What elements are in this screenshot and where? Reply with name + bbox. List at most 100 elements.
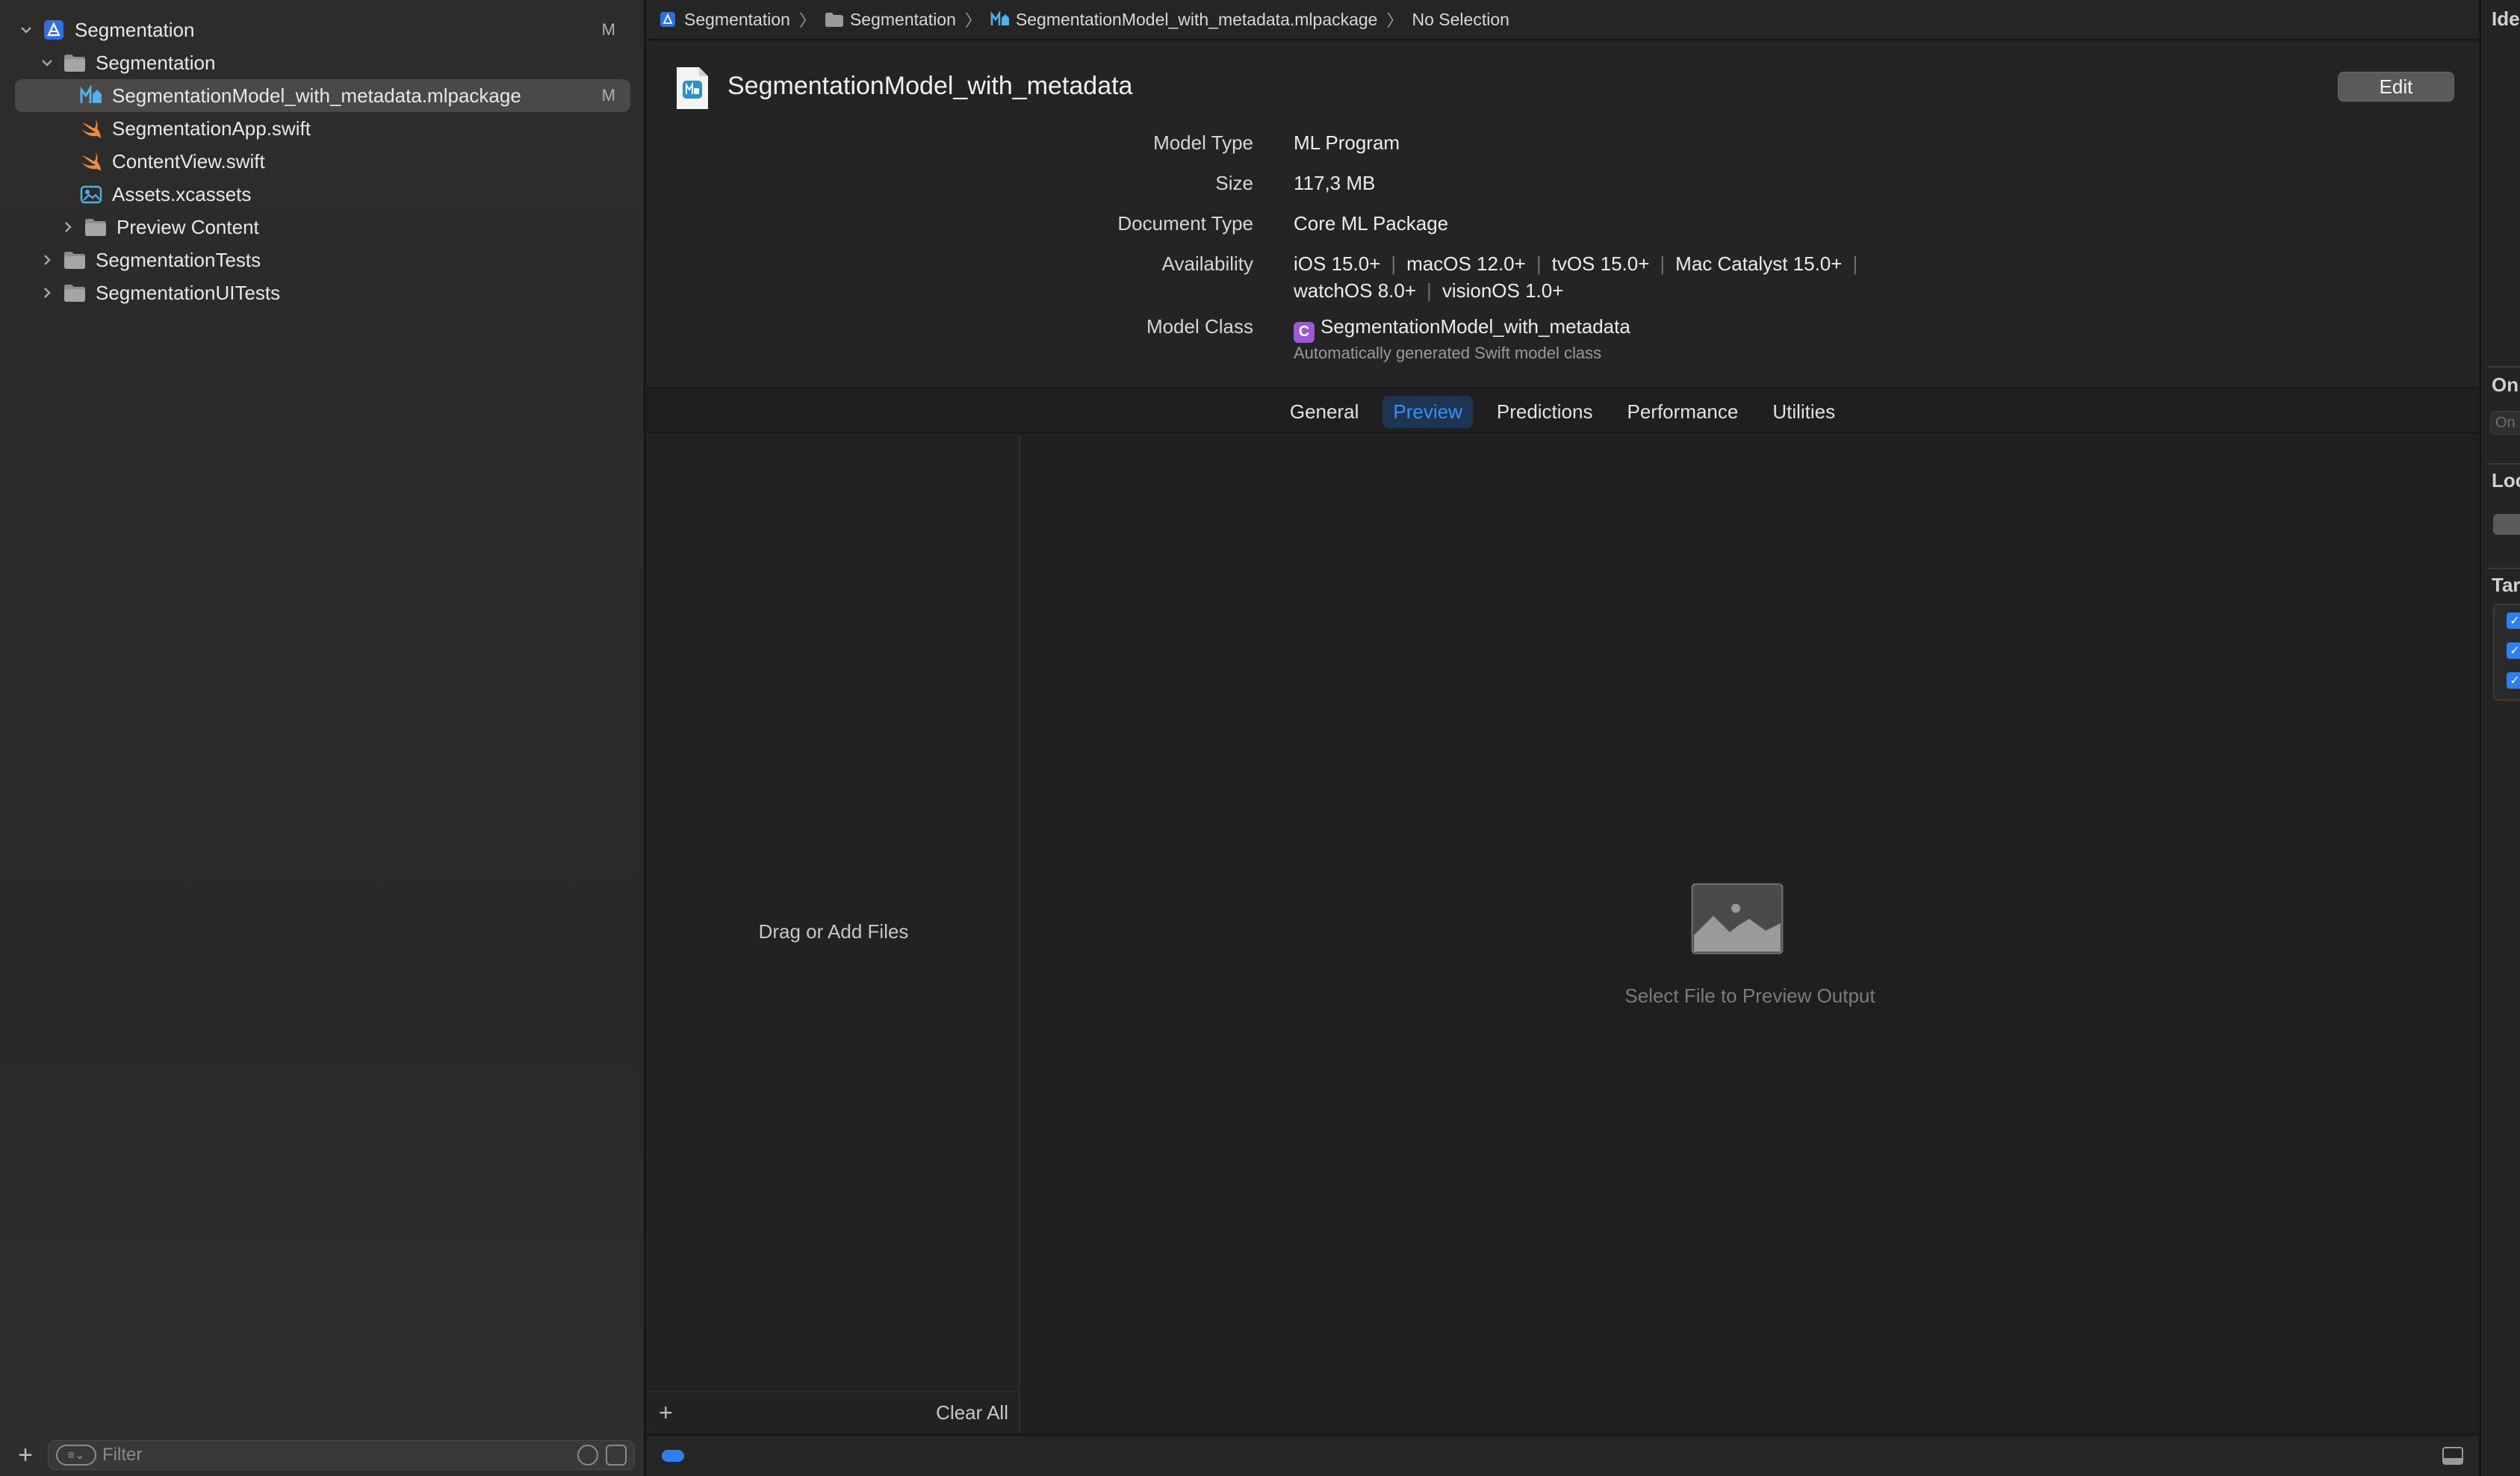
inspector-section-label: Tar: [2492, 574, 2520, 596]
folder-icon: [825, 11, 844, 28]
model-tabs: General Preview Predictions Performance …: [647, 391, 2478, 433]
model-title: SegmentationModel_with_metadata: [727, 72, 1133, 100]
inspector-text-field[interactable]: On: [2490, 411, 2520, 435]
divider: [2487, 568, 2520, 569]
inspector-section-label: On: [2492, 373, 2519, 396]
input-files-pane[interactable]: Drag or Add Files + Clear All: [647, 435, 1020, 1433]
editor-area: Segmentation 〉 Segmentation 〉 Segmentati…: [647, 0, 2478, 1476]
filter-input[interactable]: Filter: [102, 1445, 142, 1466]
filter-toggles: [577, 1445, 627, 1466]
target-checkbox[interactable]: ✓: [2507, 613, 2520, 629]
tab-predictions[interactable]: Predictions: [1486, 396, 1604, 428]
meta-value: ML Program: [1294, 131, 1400, 154]
tree-item-group-segmentation[interactable]: Segmentation: [0, 46, 645, 79]
project-navigator: Segmentation M Segmentation Segmentation…: [0, 0, 645, 1476]
modified-badge: M: [601, 20, 615, 39]
tab-general[interactable]: General: [1279, 396, 1370, 428]
assets-icon: [79, 184, 103, 205]
availability-line-1: iOS 15.0+ | macOS 12.0+ | tvOS 15.0+ | Mac Cat…: [1294, 252, 1868, 276]
jump-bar: Segmentation 〉 Segmentation 〉 Segmentati…: [647, 0, 2478, 40]
tree-item-mlpackage[interactable]: SegmentationModel_with_metadata.mlpackag…: [15, 79, 630, 112]
inspector-panel: Ide On On Loc Tar ✓ ✓ ✓: [2480, 0, 2520, 1476]
folder-icon: [63, 282, 87, 303]
tree-item-swift-file[interactable]: ContentView.swift: [0, 145, 645, 178]
source-control-filter-icon[interactable]: [606, 1445, 627, 1466]
chevron-right-icon[interactable]: [39, 285, 55, 301]
meta-key: Document Type: [1117, 212, 1253, 235]
breadcrumb-file[interactable]: SegmentationModel_with_metadata.mlpackag…: [990, 9, 1378, 30]
tree-item-uitests[interactable]: SegmentationUITests: [0, 276, 645, 309]
mlmodel-icon: [79, 85, 103, 106]
chevron-down-icon[interactable]: [39, 55, 55, 71]
navigator-filter-bar: + ≡⌄ Filter: [0, 1434, 645, 1476]
tab-performance[interactable]: Performance: [1616, 396, 1748, 428]
tab-utilities[interactable]: Utilities: [1762, 396, 1846, 428]
input-files-footer: + Clear All: [647, 1391, 1020, 1433]
file-tree: Segmentation M Segmentation Segmentation…: [0, 13, 645, 309]
debug-area-toggle-icon[interactable]: [2442, 1447, 2463, 1465]
tree-item-label: Segmentation: [75, 18, 195, 41]
separator: |: [1427, 279, 1432, 302]
swift-icon: [79, 118, 103, 139]
mlmodel-icon: [990, 11, 1010, 28]
inspector-section-label: Loc: [2492, 469, 2520, 492]
model-class-name: SegmentationModel_with_metadata: [1320, 315, 1630, 338]
breadcrumb-label: Segmentation: [684, 9, 790, 29]
meta-value: 117,3 MB: [1294, 172, 1376, 194]
tree-item-assets[interactable]: Assets.xcassets: [0, 178, 645, 211]
model-class-link[interactable]: C SegmentationModel_with_metadata: [1294, 315, 1630, 343]
editor-status-bar: [647, 1434, 2478, 1476]
separator: |: [1852, 252, 1858, 275]
breadcrumb-label: Segmentation: [849, 9, 956, 29]
chevron-right-icon: 〉: [1386, 11, 1403, 30]
target-checkbox[interactable]: ✓: [2507, 672, 2520, 689]
modified-badge: M: [601, 86, 615, 105]
breadcrumb-selection[interactable]: No Selection: [1412, 10, 1509, 30]
breadcrumb-label: SegmentationModel_with_metadata.mlpackag…: [1015, 9, 1378, 29]
chevron-right-icon: 〉: [798, 11, 816, 30]
tree-item-label: SegmentationModel_with_metadata.mlpackag…: [112, 84, 521, 107]
meta-value: Core ML Package: [1294, 212, 1449, 235]
filter-field[interactable]: ≡⌄ Filter: [48, 1440, 635, 1470]
target-checkbox[interactable]: ✓: [2507, 642, 2520, 659]
chevron-right-icon[interactable]: [39, 252, 55, 268]
model-summary: SegmentationModel_with_metadata Edit Mod…: [647, 42, 2478, 388]
chevron-down-icon[interactable]: [18, 22, 34, 38]
drag-or-add-files-label: Drag or Add Files: [758, 920, 909, 943]
xcode-project-icon: [42, 19, 66, 40]
tree-item-swift-file[interactable]: SegmentationApp.swift: [0, 112, 645, 145]
tree-item-project[interactable]: Segmentation M: [0, 13, 645, 46]
breadcrumb-project[interactable]: Segmentation: [659, 10, 790, 30]
tree-item-label: Assets.xcassets: [112, 182, 252, 205]
platform-macos: macOS 12.0+: [1406, 252, 1526, 275]
tree-item-preview-content[interactable]: Preview Content: [0, 211, 645, 244]
tree-item-label: ContentView.swift: [112, 149, 265, 173]
filter-options-icon[interactable]: ≡⌄: [56, 1445, 96, 1466]
tree-item-label: SegmentationUITests: [96, 281, 281, 304]
availability-line-2: watchOS 8.0+ | visionOS 1.0+: [1294, 279, 1563, 303]
meta-key: Model Type: [1153, 131, 1253, 154]
meta-key: Model Class: [1146, 315, 1253, 338]
tree-item-tests[interactable]: SegmentationTests: [0, 244, 645, 276]
xcode-project-icon: [659, 11, 678, 28]
xcode-window: Segmentation M Segmentation Segmentation…: [0, 0, 2520, 1476]
meta-key: Size: [1215, 172, 1253, 194]
preview-output-pane: Select File to Preview Output: [1022, 435, 2478, 1433]
add-input-file-button[interactable]: +: [659, 1401, 673, 1424]
tree-item-label: SegmentationTests: [96, 248, 261, 271]
clear-all-button[interactable]: Clear All: [936, 1401, 1008, 1424]
chevron-right-icon[interactable]: [60, 219, 76, 235]
meta-key: Availability: [1161, 252, 1253, 275]
edit-button[interactable]: Edit: [2338, 72, 2454, 102]
platform-tvos: tvOS 15.0+: [1551, 252, 1650, 275]
tab-preview[interactable]: Preview: [1382, 395, 1473, 428]
breadcrumb-group[interactable]: Segmentation: [825, 10, 956, 30]
inspector-popup-button[interactable]: [2493, 514, 2520, 535]
tree-item-label: SegmentationApp.swift: [112, 117, 311, 140]
swift-icon: [79, 151, 103, 172]
separator: |: [1660, 252, 1666, 275]
add-file-button[interactable]: +: [10, 1442, 40, 1468]
tree-item-label: Preview Content: [117, 215, 259, 238]
platform-mac-catalyst: Mac Catalyst 15.0+: [1675, 252, 1843, 275]
recent-files-icon[interactable]: [577, 1445, 598, 1466]
